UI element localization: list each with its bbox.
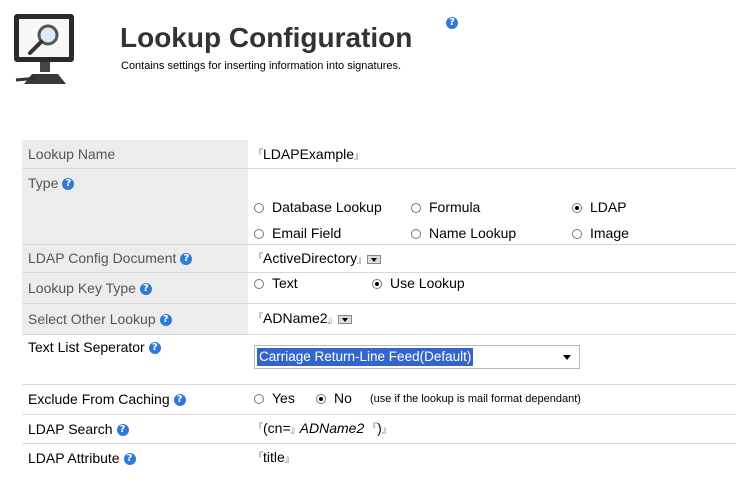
lookup-name-value: LDAPExample bbox=[263, 146, 355, 162]
row-select-other-lookup: Select Other Lookup? 『ADName2』 bbox=[22, 304, 736, 335]
ldap-search-field[interactable]: 『(cn=』ADName2 『)』 bbox=[248, 415, 736, 443]
help-icon[interactable]: ? bbox=[148, 342, 161, 355]
select-other-lookup-label: Select Other Lookup? bbox=[22, 304, 248, 334]
row-ldap-search: LDAP Search? 『(cn=』ADName2 『)』 bbox=[22, 415, 736, 444]
type-option-formula[interactable]: Formula bbox=[411, 199, 480, 215]
page-title: Lookup Configuration bbox=[120, 22, 413, 53]
exclude-option-yes[interactable]: Yes bbox=[254, 390, 295, 406]
page-subtitle: Contains settings for inserting informat… bbox=[121, 60, 402, 72]
radio-button[interactable] bbox=[254, 394, 264, 405]
type-label: Type? bbox=[22, 169, 248, 244]
key-type-option-use-lookup[interactable]: Use Lookup bbox=[372, 275, 465, 291]
dropdown-button[interactable] bbox=[367, 254, 382, 264]
ldap-attribute-field[interactable]: 『title』 bbox=[248, 444, 736, 472]
lookup-name-label: Lookup Name bbox=[22, 140, 248, 168]
text-list-separator-cell: Carriage Return-Line Feed(Default) bbox=[248, 335, 736, 384]
help-icon[interactable]: ? bbox=[446, 17, 458, 29]
row-ldap-attribute: LDAP Attribute? 『title』 bbox=[22, 444, 736, 472]
help-icon[interactable]: ? bbox=[173, 394, 186, 407]
radio-button-selected[interactable] bbox=[316, 394, 326, 405]
type-option-ldap[interactable]: LDAP bbox=[572, 199, 627, 215]
radio-button[interactable] bbox=[572, 229, 582, 240]
ldap-attribute-label: LDAP Attribute? bbox=[22, 444, 248, 472]
ldap-config-value: ActiveDirectory bbox=[263, 250, 358, 266]
text-list-separator-select[interactable]: Carriage Return-Line Feed(Default) bbox=[254, 345, 580, 369]
text-list-separator-selected-value: Carriage Return-Line Feed(Default) bbox=[257, 348, 474, 366]
ldap-search-field-ref: ADName2 bbox=[299, 420, 365, 436]
radio-button[interactable] bbox=[411, 229, 421, 240]
type-option-database-lookup[interactable]: Database Lookup bbox=[254, 199, 382, 215]
help-icon[interactable]: ? bbox=[62, 178, 75, 191]
row-exclude-from-caching: Exclude From Caching? Yes No (use if the… bbox=[22, 385, 736, 415]
lookup-form: Lookup Name 『LDAPExample』 Type? Database… bbox=[22, 140, 736, 472]
help-icon[interactable]: ? bbox=[123, 453, 136, 466]
help-icon[interactable]: ? bbox=[139, 283, 152, 296]
exclude-note: (use if the lookup is mail format depend… bbox=[370, 393, 581, 405]
help-icon[interactable]: ? bbox=[180, 253, 193, 266]
radio-button-selected[interactable] bbox=[572, 203, 582, 214]
exclude-from-caching-radio-group: Yes No (use if the lookup is mail format… bbox=[248, 385, 736, 414]
ldap-search-prefix: (cn= bbox=[263, 420, 291, 436]
type-option-name-lookup[interactable]: Name Lookup bbox=[411, 225, 516, 241]
row-text-list-separator: Text List Seperator? Carriage Return-Lin… bbox=[22, 335, 736, 385]
ldap-search-label: LDAP Search? bbox=[22, 415, 248, 443]
radio-button[interactable] bbox=[254, 229, 264, 240]
row-ldap-config: LDAP Config Document? 『ActiveDirectory』 bbox=[22, 245, 736, 273]
exclude-option-no[interactable]: No bbox=[316, 390, 352, 406]
radio-button-selected[interactable] bbox=[372, 279, 382, 290]
key-type-option-text[interactable]: Text bbox=[254, 275, 298, 291]
radio-button[interactable] bbox=[254, 203, 264, 214]
radio-button[interactable] bbox=[254, 279, 264, 290]
type-radio-group: Database Lookup Formula LDAP Email Field… bbox=[248, 169, 736, 244]
row-lookup-key-type: Lookup Key Type? Text Use Lookup bbox=[22, 273, 736, 304]
page-header: Lookup Configuration ? Contains settings… bbox=[0, 0, 750, 110]
text-list-separator-label: Text List Seperator? bbox=[22, 335, 248, 384]
lookup-key-type-label: Lookup Key Type? bbox=[22, 273, 248, 303]
ldap-config-field[interactable]: 『ActiveDirectory』 bbox=[248, 245, 736, 272]
ldap-attribute-value: title bbox=[263, 449, 285, 465]
help-icon[interactable]: ? bbox=[159, 314, 172, 327]
select-other-lookup-value: ADName2 bbox=[263, 310, 328, 326]
type-option-image[interactable]: Image bbox=[572, 225, 629, 241]
row-lookup-name: Lookup Name 『LDAPExample』 bbox=[22, 140, 736, 169]
computer-magnifier-icon bbox=[14, 14, 74, 84]
select-other-lookup-field[interactable]: 『ADName2』 bbox=[248, 304, 736, 334]
type-option-email-field[interactable]: Email Field bbox=[254, 225, 341, 241]
row-type: Type? Database Lookup Formula LDAP Email… bbox=[22, 169, 736, 245]
exclude-from-caching-label: Exclude From Caching? bbox=[22, 385, 248, 414]
chevron-down-icon[interactable] bbox=[563, 355, 571, 360]
lookup-key-type-radio-group: Text Use Lookup bbox=[248, 273, 736, 303]
lookup-name-field[interactable]: 『LDAPExample』 bbox=[248, 140, 736, 168]
ldap-config-label: LDAP Config Document? bbox=[22, 245, 248, 272]
radio-button[interactable] bbox=[411, 203, 421, 214]
dropdown-button[interactable] bbox=[337, 314, 352, 324]
help-icon[interactable]: ? bbox=[116, 424, 129, 437]
